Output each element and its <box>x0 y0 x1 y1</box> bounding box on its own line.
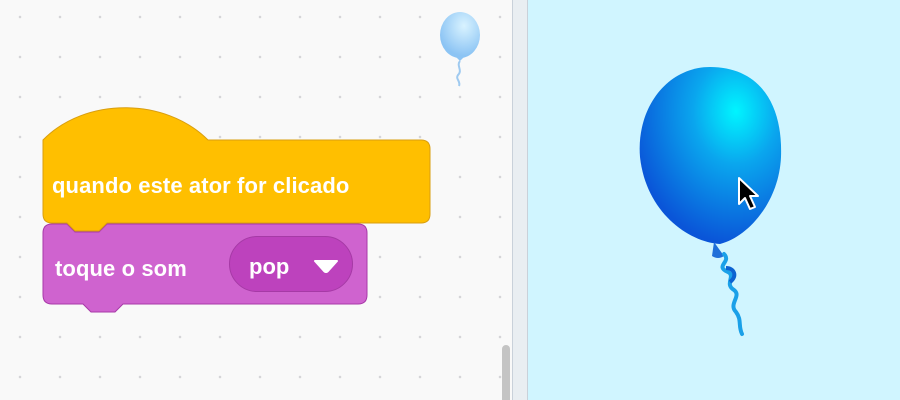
sprite-thumbnail-balloon-icon <box>436 10 484 93</box>
chevron-down-icon <box>313 259 339 278</box>
workspace-scrollbar[interactable] <box>502 345 510 400</box>
pane-divider <box>512 0 528 400</box>
arrow-cursor-icon <box>736 176 766 217</box>
event-block-label[interactable]: quando este ator for clicado <box>52 173 349 199</box>
block-script[interactable]: quando este ator for clicado toque o som… <box>40 105 440 330</box>
event-block-shape <box>42 107 431 232</box>
sound-block-label[interactable]: toque o som <box>55 256 187 282</box>
code-workspace[interactable]: quando este ator for clicado toque o som… <box>0 0 512 400</box>
stage[interactable] <box>528 0 900 400</box>
sound-dropdown[interactable]: pop <box>229 236 353 292</box>
sound-dropdown-value: pop <box>249 254 290 279</box>
